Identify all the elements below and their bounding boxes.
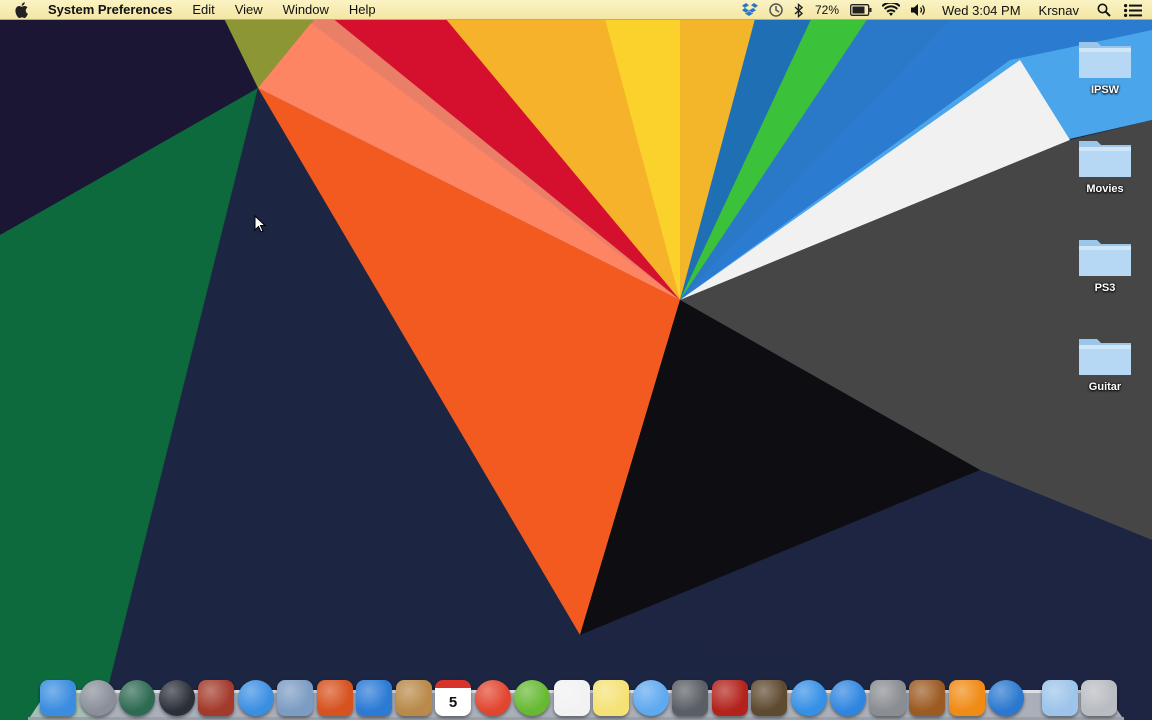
dock-photo-slideshow-icon[interactable]: [711, 680, 748, 716]
dock-photo-booth-icon[interactable]: [198, 680, 234, 716]
dock-powerpoint-icon[interactable]: [316, 680, 353, 716]
folder-label: PS3: [1094, 282, 1116, 294]
wifi-icon[interactable]: [877, 0, 905, 20]
battery-percentage: 72%: [814, 3, 839, 17]
dock-chrome-icon[interactable]: [474, 680, 511, 716]
dock-address-book-icon[interactable]: [395, 680, 432, 716]
time-machine-icon[interactable]: [763, 0, 789, 20]
notification-center-icon[interactable]: [1120, 0, 1152, 20]
dock-garageband-icon[interactable]: [909, 680, 945, 716]
dropbox-icon[interactable]: [737, 0, 763, 20]
desktop-folder-ps3[interactable]: PS3: [1060, 234, 1150, 294]
menu-user-name[interactable]: Krsnav: [1030, 3, 1088, 18]
folder-label: IPSW: [1090, 84, 1120, 96]
desktop-folder-ipsw[interactable]: IPSW: [1060, 36, 1150, 96]
dock-stickies-icon[interactable]: [593, 680, 629, 716]
menu-view[interactable]: View: [225, 0, 273, 20]
menu-clock[interactable]: Wed 3:04 PM: [933, 3, 1030, 18]
dock-word-icon[interactable]: [356, 680, 392, 716]
apple-menu-icon[interactable]: [14, 0, 30, 20]
dock-dashboard-icon[interactable]: [158, 680, 195, 716]
dock-time-machine-icon[interactable]: [119, 680, 155, 716]
dock-mail-icon[interactable]: [277, 680, 313, 716]
dock-utorrent-icon[interactable]: [514, 680, 550, 716]
dock-reminders-icon[interactable]: [553, 680, 590, 716]
dock-launchpad-icon[interactable]: [79, 680, 116, 716]
menu-window[interactable]: Window: [273, 0, 339, 20]
dock-facetime-icon[interactable]: [672, 680, 708, 716]
dock-safari-icon[interactable]: [237, 680, 274, 716]
bluetooth-icon[interactable]: [789, 0, 809, 20]
dock-finder-icon[interactable]: [40, 680, 76, 716]
dock: 5: [28, 676, 1124, 720]
folder-label: Movies: [1086, 183, 1124, 195]
desktop-folder-movies[interactable]: Movies: [1060, 135, 1150, 195]
dock-downloads-stack-icon[interactable]: [1041, 680, 1078, 716]
battery-icon[interactable]: [845, 0, 877, 20]
dock-system-preferences-icon[interactable]: [869, 680, 906, 716]
dock-iphoto-icon[interactable]: [751, 680, 787, 716]
menu-help[interactable]: Help: [339, 0, 386, 20]
menu-edit[interactable]: Edit: [182, 0, 224, 20]
volume-icon[interactable]: [905, 0, 933, 20]
mouse-cursor-icon: [254, 215, 266, 233]
dock-trash-icon[interactable]: [1081, 680, 1117, 716]
folder-icon: [1077, 234, 1133, 278]
dock-itunes-icon[interactable]: [790, 680, 827, 716]
dock-quicktime-icon[interactable]: [988, 680, 1024, 716]
menu-bar: System Preferences Edit View Window Help…: [0, 0, 1152, 20]
menu-app-name[interactable]: System Preferences: [42, 0, 182, 20]
folder-icon: [1077, 135, 1133, 179]
desktop-wallpaper: [0, 0, 1152, 720]
dock-app-store-icon[interactable]: [830, 680, 866, 716]
dock-vlc-icon[interactable]: [948, 680, 985, 716]
spotlight-icon[interactable]: [1088, 0, 1120, 20]
dock-messages-icon[interactable]: [632, 680, 669, 716]
folder-label: Guitar: [1088, 381, 1122, 393]
folder-icon: [1077, 333, 1133, 377]
desktop-folder-guitar[interactable]: Guitar: [1060, 333, 1150, 393]
folder-icon: [1077, 36, 1133, 80]
dock-calendar-icon[interactable]: 5: [435, 680, 471, 716]
